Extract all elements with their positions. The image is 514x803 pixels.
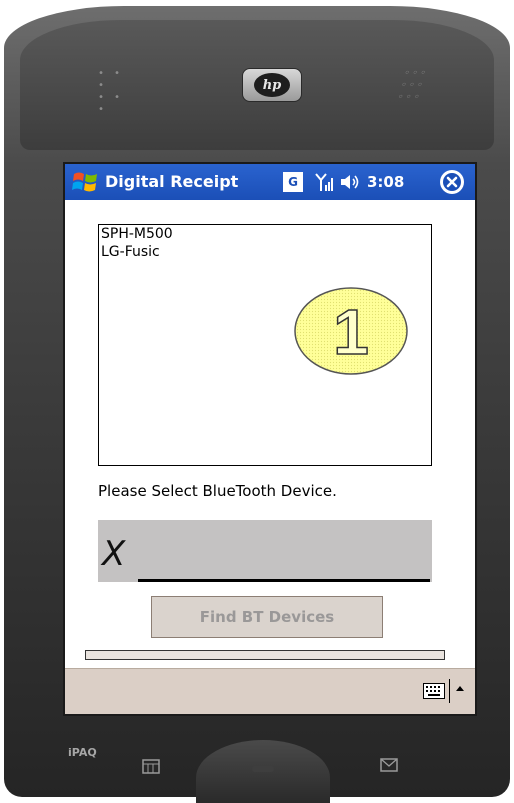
badge-number: 1 — [333, 296, 369, 368]
device-screen: Digital Receipt G 3:08 SPH-M500 LG-Fusic… — [63, 162, 477, 716]
mail-key-icon[interactable] — [380, 758, 398, 772]
sip-divider — [449, 679, 450, 703]
signature-pad[interactable]: X — [98, 520, 432, 582]
clock[interactable]: 3:08 — [367, 172, 404, 192]
progress-bar — [85, 650, 445, 660]
hp-logo-text: hp — [254, 73, 290, 97]
step-number-badge: 1 — [294, 287, 408, 375]
hp-logo: hp — [242, 68, 302, 102]
ipaq-logo: iPAQ — [68, 746, 97, 759]
signature-x-mark: X — [102, 534, 126, 574]
close-icon[interactable] — [440, 170, 464, 194]
volume-icon[interactable] — [339, 172, 363, 192]
signature-line — [138, 579, 430, 582]
list-item[interactable]: LG-Fusic — [99, 243, 431, 261]
calendar-key-icon[interactable] — [142, 758, 160, 774]
speaker-grille-left: • • • • • • — [98, 68, 123, 115]
find-bt-devices-button[interactable]: Find BT Devices — [151, 596, 383, 638]
keyboard-icon[interactable] — [423, 683, 445, 699]
menu-bar — [65, 668, 475, 714]
windows-start-icon[interactable] — [71, 168, 99, 196]
sip-arrow-icon[interactable] — [454, 683, 466, 695]
app-title: Digital Receipt — [105, 172, 239, 191]
navigation-center-button[interactable] — [252, 766, 274, 772]
signal-icon[interactable] — [314, 171, 336, 193]
device-top-bezel: • • • • • • hp ◦◦◦ ◦◦◦ ◦◦◦ — [20, 20, 494, 150]
speaker-grille-right: ◦◦◦ ◦◦◦ ◦◦◦ — [395, 68, 430, 103]
ipaq-device: • • • • • • hp ◦◦◦ ◦◦◦ ◦◦◦ Digital Receipt G — [4, 6, 510, 803]
list-item[interactable]: SPH-M500 — [99, 225, 431, 243]
g-icon[interactable]: G — [283, 172, 303, 192]
title-bar: Digital Receipt G 3:08 — [65, 164, 475, 200]
select-device-prompt: Please Select BlueTooth Device. — [98, 482, 337, 500]
